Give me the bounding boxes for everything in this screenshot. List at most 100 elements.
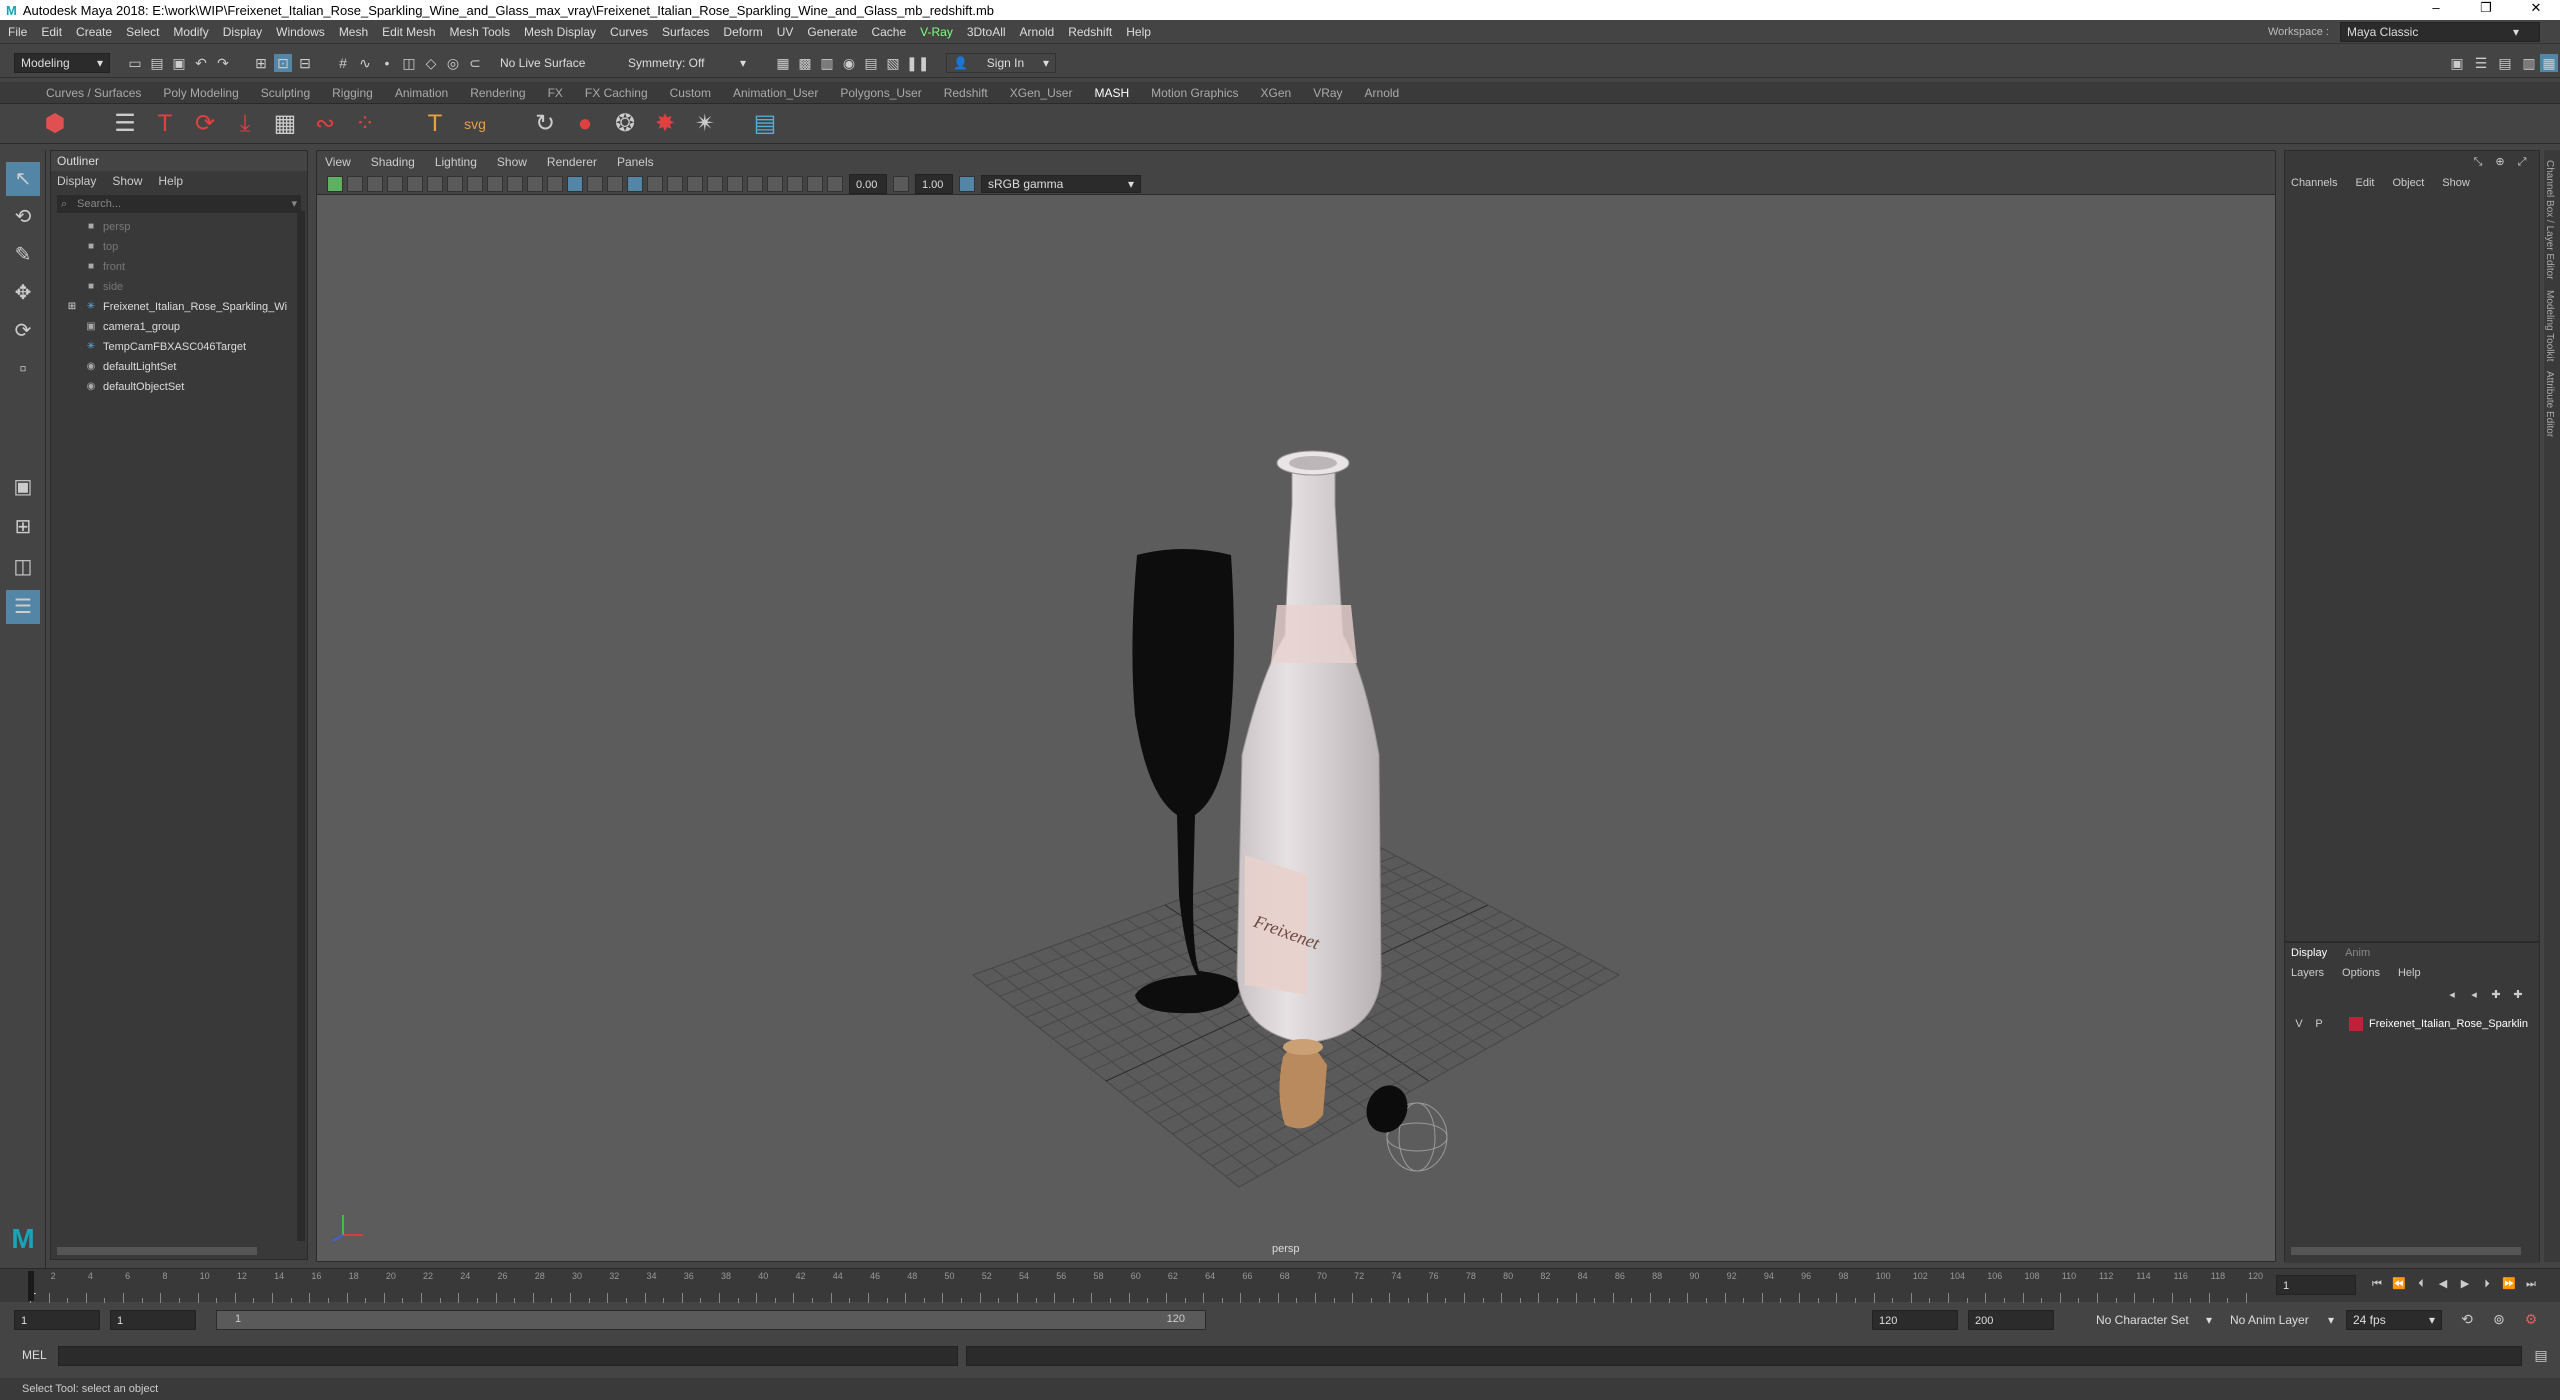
channelbox-menu-object[interactable]: Object [2392, 177, 2424, 189]
auto-key-icon[interactable]: ⊚ [2490, 1310, 2508, 1328]
shelf-tab-redshift[interactable]: Redshift [944, 86, 988, 100]
four-view-icon[interactable]: ⊞ [6, 510, 40, 544]
snap-grid-icon[interactable]: # [334, 54, 352, 72]
resolution-gate-icon[interactable] [447, 175, 463, 192]
snap-live-icon[interactable]: ◎ [444, 54, 462, 72]
close-icon[interactable]: ✕ [2516, 0, 2556, 16]
render-ipr-icon[interactable]: ▩ [796, 54, 814, 72]
sign-in-button[interactable]: 👤 Sign In ▾ [946, 52, 1056, 73]
anim-prefs-icon[interactable]: ⚙ [2522, 1310, 2540, 1328]
select-hierarchy-icon[interactable]: ⊞ [252, 54, 270, 72]
bookmark-icon[interactable] [367, 175, 383, 192]
outliner-menu-help[interactable]: Help [158, 174, 183, 188]
mash-distribute-icon[interactable]: ∾ [310, 109, 340, 139]
outliner-menu-show[interactable]: Show [112, 174, 142, 188]
sphere-icon[interactable]: ● [570, 109, 600, 139]
wireframe-on-shaded-icon[interactable] [607, 175, 623, 192]
go-to-start-icon[interactable]: ⏮ [2368, 1275, 2386, 1293]
save-scene-icon[interactable]: ▣ [170, 54, 188, 72]
shelf-tab-rendering[interactable]: Rendering [470, 86, 525, 100]
outliner-view-icon[interactable]: ☰ [6, 590, 40, 624]
safe-title-icon[interactable] [527, 175, 543, 192]
menu-edit[interactable]: Edit [41, 25, 62, 39]
layer-menu-help[interactable]: Help [2398, 967, 2421, 979]
menu-mesh-display[interactable]: Mesh Display [524, 25, 596, 39]
shelf-tab-fx[interactable]: FX [548, 86, 563, 100]
pause-icon[interactable]: ❚❚ [906, 54, 929, 72]
channelbox-icon-c[interactable]: ⤢ [2513, 153, 2531, 171]
viewport-menu-view[interactable]: View [325, 155, 351, 169]
wireframe-icon[interactable] [547, 175, 563, 192]
outliner-item[interactable]: ◉ defaultObjectSet [51, 377, 307, 397]
gate-mask-icon[interactable] [467, 175, 483, 192]
camera-select-icon[interactable] [327, 175, 343, 192]
colorspace-select[interactable]: sRGB gamma ▾ [981, 174, 1141, 193]
outliner-item[interactable]: ■ side [51, 277, 307, 297]
tool-settings-icon[interactable]: ☰ [2472, 54, 2490, 72]
ambient-occlusion-icon[interactable] [687, 175, 703, 192]
command-input[interactable] [58, 1346, 958, 1366]
snap-view-icon[interactable]: ◫ [400, 54, 418, 72]
snap-point-icon[interactable]: • [378, 54, 396, 72]
start-time-field[interactable]: 1 [14, 1310, 100, 1330]
outliner-toggle-icon[interactable]: ▦ [2540, 53, 2558, 72]
menu-display[interactable]: Display [223, 25, 262, 39]
shelf-tab-xgen[interactable]: XGen [1261, 86, 1292, 100]
move-tool-icon[interactable]: ✥ [6, 276, 40, 310]
outliner-menu-display[interactable]: Display [57, 174, 96, 188]
snap-curve-icon[interactable]: ∿ [356, 54, 374, 72]
loop-playback-icon[interactable]: ⟲ [2458, 1310, 2476, 1328]
single-view-icon[interactable]: ▣ [6, 470, 40, 504]
outliner-item[interactable]: ⊞ ✳ Freixenet_Italian_Rose_Sparkling_Wi [51, 297, 307, 317]
mash-network-icon[interactable]: ⬢ [40, 109, 70, 139]
new-layer-selected-icon[interactable]: ✚ [2509, 986, 2527, 1004]
motion-blur-icon[interactable] [707, 175, 723, 192]
play-forward-icon[interactable]: ▶ [2456, 1275, 2474, 1293]
anim-end-field[interactable]: 200 [1968, 1310, 2054, 1330]
menu-cache[interactable]: Cache [871, 25, 906, 39]
layer-color-swatch[interactable] [2349, 1017, 2363, 1031]
vray-render-icon[interactable]: ▧ [884, 54, 902, 72]
channel-box-icon[interactable]: ▥ [2520, 54, 2538, 72]
gamma-field[interactable]: 1.00 [915, 173, 953, 194]
render-view-icon[interactable]: ▤ [862, 54, 880, 72]
shelf-tab-motion-graphics[interactable]: Motion Graphics [1151, 86, 1238, 100]
gamma-icon[interactable] [893, 175, 909, 192]
open-scene-icon[interactable]: ▤ [148, 54, 166, 72]
character-set-select[interactable]: No Character Set ▾ [2090, 1310, 2218, 1330]
scale-tool-icon[interactable]: ▫ [6, 352, 40, 386]
rotate-tool-icon[interactable]: ⟳ [6, 314, 40, 348]
layer-menu-options[interactable]: Options [2342, 967, 2380, 979]
layer-visibility-toggle[interactable]: V [2289, 1018, 2309, 1030]
viewport-menu-show[interactable]: Show [497, 155, 527, 169]
particles-icon[interactable]: ✴ [690, 109, 720, 139]
menu-3dtoall[interactable]: 3DtoAll [967, 25, 1006, 39]
command-language-label[interactable]: MEL [22, 1348, 47, 1362]
shelf-tab-sculpting[interactable]: Sculpting [261, 86, 310, 100]
shelf-tab-xgen-user[interactable]: XGen_User [1010, 86, 1073, 100]
anim-start-field[interactable]: 1 [110, 1310, 196, 1330]
shelf-tab-arnold[interactable]: Arnold [1365, 86, 1400, 100]
anim-layer-select[interactable]: No Anim Layer ▾ [2224, 1310, 2340, 1330]
move-layer-down-icon[interactable]: ◂ [2465, 986, 2483, 1004]
menu-surfaces[interactable]: Surfaces [662, 25, 709, 39]
shelf-tab-mash[interactable]: MASH [1094, 86, 1129, 100]
viewport-menu-lighting[interactable]: Lighting [435, 155, 477, 169]
outliner-item[interactable]: ◉ defaultLightSet [51, 357, 307, 377]
move-layer-up-icon[interactable]: ◂ [2443, 986, 2461, 1004]
menu-generate[interactable]: Generate [807, 25, 857, 39]
menu-arnold[interactable]: Arnold [1020, 25, 1055, 39]
minimize-icon[interactable]: – [2416, 0, 2456, 15]
xray-icon[interactable] [767, 175, 783, 192]
menu-mesh[interactable]: Mesh [339, 25, 368, 39]
menu-curves[interactable]: Curves [610, 25, 648, 39]
menu-edit-mesh[interactable]: Edit Mesh [382, 25, 435, 39]
menu-uv[interactable]: UV [777, 25, 794, 39]
layer-tab-anim[interactable]: Anim [2345, 947, 2370, 959]
end-time-field[interactable]: 120 [1872, 1310, 1958, 1330]
shelf-tab-rigging[interactable]: Rigging [332, 86, 373, 100]
channelbox-icon-b[interactable]: ⊕ [2491, 153, 2509, 171]
step-forward-key-icon[interactable]: ⏵ [2478, 1275, 2496, 1293]
shelf-tab-fx-caching[interactable]: FX Caching [585, 86, 648, 100]
go-to-end-icon[interactable]: ⏭ [2522, 1275, 2540, 1293]
